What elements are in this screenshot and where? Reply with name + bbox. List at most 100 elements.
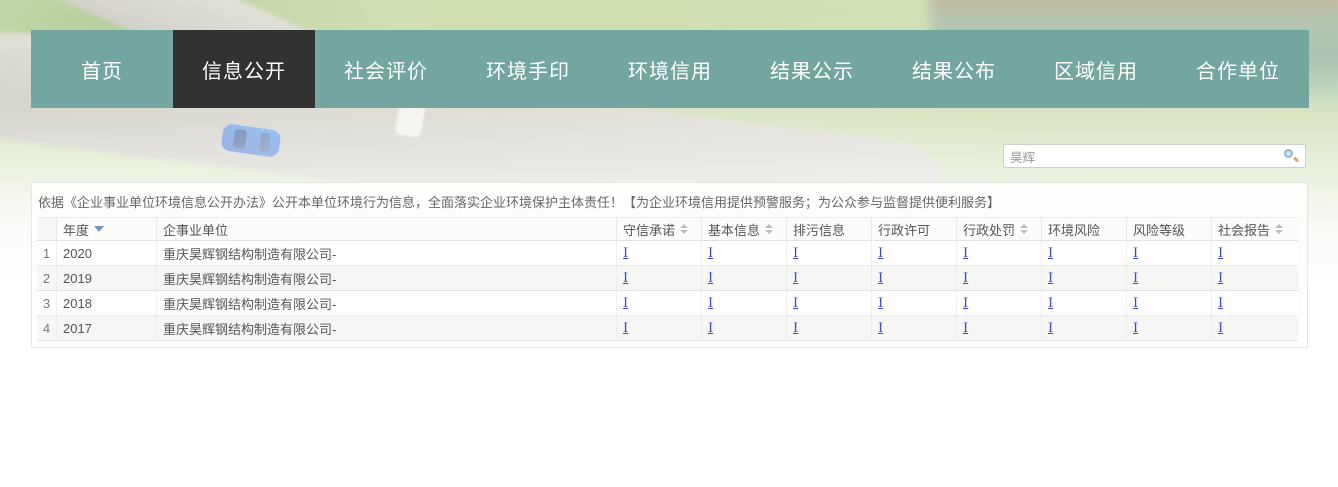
- detail-link[interactable]: I: [878, 271, 883, 286]
- sort-up-arrow-icon: [765, 224, 773, 228]
- column-header[interactable]: 风险等级: [1127, 218, 1212, 240]
- cell-text: 重庆昊辉钢结构制造有限公司-: [163, 244, 336, 263]
- table-cell: I: [957, 241, 1042, 265]
- table-cell: I: [1127, 266, 1212, 290]
- table-cell: I: [617, 266, 702, 290]
- detail-link[interactable]: I: [1133, 271, 1138, 286]
- sort-down-arrow-icon: [94, 226, 104, 232]
- nav-item-label: 合作单位: [1196, 55, 1280, 84]
- table-cell: I: [617, 241, 702, 265]
- column-header-label: 行政许可: [878, 220, 930, 239]
- column-header[interactable]: 年度: [57, 218, 157, 240]
- detail-link[interactable]: I: [1048, 271, 1053, 286]
- table-cell: I: [787, 266, 872, 290]
- detail-link[interactable]: I: [1218, 296, 1223, 311]
- column-header[interactable]: 企事业单位: [157, 218, 617, 240]
- detail-link[interactable]: I: [878, 246, 883, 261]
- detail-link[interactable]: I: [708, 321, 713, 336]
- table-cell: I: [1042, 291, 1127, 315]
- table-row: 3 2018 重庆昊辉钢结构制造有限公司- I I I I I I I I: [37, 291, 1298, 316]
- detail-link[interactable]: I: [623, 296, 628, 311]
- detail-link[interactable]: I: [1133, 246, 1138, 261]
- records-table: 年度 企事业单位 守信承诺 基本信息 排污信息 行政许可: [37, 217, 1298, 341]
- table-cell: I: [957, 291, 1042, 315]
- detail-link[interactable]: I: [708, 271, 713, 286]
- detail-link[interactable]: I: [963, 246, 968, 261]
- table-cell: 1: [37, 241, 57, 265]
- detail-link[interactable]: I: [963, 271, 968, 286]
- table-cell: 4: [37, 316, 57, 340]
- detail-link[interactable]: I: [1048, 296, 1053, 311]
- search-icon[interactable]: [1283, 148, 1299, 164]
- detail-link[interactable]: I: [1218, 321, 1223, 336]
- nav-item-1[interactable]: 信息公开: [173, 30, 315, 108]
- detail-link[interactable]: I: [623, 321, 628, 336]
- detail-link[interactable]: I: [963, 296, 968, 311]
- detail-link[interactable]: I: [1218, 271, 1223, 286]
- table-cell: 重庆昊辉钢结构制造有限公司-: [157, 266, 617, 290]
- nav-item-5[interactable]: 结果公示: [741, 30, 883, 108]
- detail-link[interactable]: I: [793, 246, 798, 261]
- cell-text: 2017: [63, 321, 92, 336]
- nav-item-4[interactable]: 环境信用: [599, 30, 741, 108]
- table-cell: 2017: [57, 316, 157, 340]
- column-header-label: 基本信息: [708, 220, 760, 239]
- notice-text: 依据《企业事业单位环境信息公开办法》公开本单位环境行为信息，全面落实企业环境保护…: [32, 183, 1307, 217]
- table-cell: I: [617, 291, 702, 315]
- nav-item-3[interactable]: 环境手印: [457, 30, 599, 108]
- search-input[interactable]: [1010, 149, 1283, 163]
- nav-item-2[interactable]: 社会评价: [315, 30, 457, 108]
- search-box[interactable]: [1003, 144, 1306, 168]
- column-header[interactable]: [37, 218, 57, 240]
- nav-item-label: 区域信用: [1054, 55, 1138, 84]
- detail-link[interactable]: I: [1048, 321, 1053, 336]
- cell-text: 4: [43, 321, 50, 336]
- cell-text: 重庆昊辉钢结构制造有限公司-: [163, 294, 336, 313]
- table-cell: 2020: [57, 241, 157, 265]
- nav-item-label: 社会评价: [344, 55, 428, 84]
- detail-link[interactable]: I: [708, 246, 713, 261]
- nav-item-label: 环境手印: [486, 55, 570, 84]
- table-cell: I: [957, 266, 1042, 290]
- table-cell: 2019: [57, 266, 157, 290]
- table-cell: I: [1212, 291, 1297, 315]
- detail-link[interactable]: I: [793, 271, 798, 286]
- detail-link[interactable]: I: [708, 296, 713, 311]
- column-header[interactable]: 基本信息: [702, 218, 787, 240]
- detail-link[interactable]: I: [623, 246, 628, 261]
- nav-item-8[interactable]: 合作单位: [1167, 30, 1309, 108]
- column-header[interactable]: 排污信息: [787, 218, 872, 240]
- column-header[interactable]: 环境风险: [1042, 218, 1127, 240]
- detail-link[interactable]: I: [1218, 246, 1223, 261]
- column-header[interactable]: 行政处罚: [957, 218, 1042, 240]
- table-cell: I: [1042, 241, 1127, 265]
- detail-link[interactable]: I: [878, 296, 883, 311]
- nav-item-6[interactable]: 结果公布: [883, 30, 1025, 108]
- sort-icon: [765, 224, 773, 234]
- cell-text: 2: [43, 271, 50, 286]
- table-cell: I: [702, 241, 787, 265]
- nav-item-7[interactable]: 区域信用: [1025, 30, 1167, 108]
- content-panel: 依据《企业事业单位环境信息公开办法》公开本单位环境行为信息，全面落实企业环境保护…: [31, 182, 1308, 348]
- column-header-label: 社会报告: [1218, 220, 1270, 239]
- detail-link[interactable]: I: [1133, 296, 1138, 311]
- cell-text: 2019: [63, 271, 92, 286]
- table-cell: I: [702, 316, 787, 340]
- detail-link[interactable]: I: [1133, 321, 1138, 336]
- detail-link[interactable]: I: [623, 271, 628, 286]
- nav-item-0[interactable]: 首页: [31, 30, 173, 108]
- detail-link[interactable]: I: [963, 321, 968, 336]
- detail-link[interactable]: I: [878, 321, 883, 336]
- table-cell: I: [787, 316, 872, 340]
- column-header[interactable]: 社会报告: [1212, 218, 1297, 240]
- sort-down-arrow-icon: [765, 230, 773, 234]
- detail-link[interactable]: I: [1048, 246, 1053, 261]
- column-header-label: 风险等级: [1133, 220, 1185, 239]
- nav-item-label: 环境信用: [628, 55, 712, 84]
- table-cell: I: [787, 241, 872, 265]
- detail-link[interactable]: I: [793, 296, 798, 311]
- column-header[interactable]: 守信承诺: [617, 218, 702, 240]
- column-header[interactable]: 行政许可: [872, 218, 957, 240]
- detail-link[interactable]: I: [793, 321, 798, 336]
- nav-item-label: 首页: [81, 55, 123, 84]
